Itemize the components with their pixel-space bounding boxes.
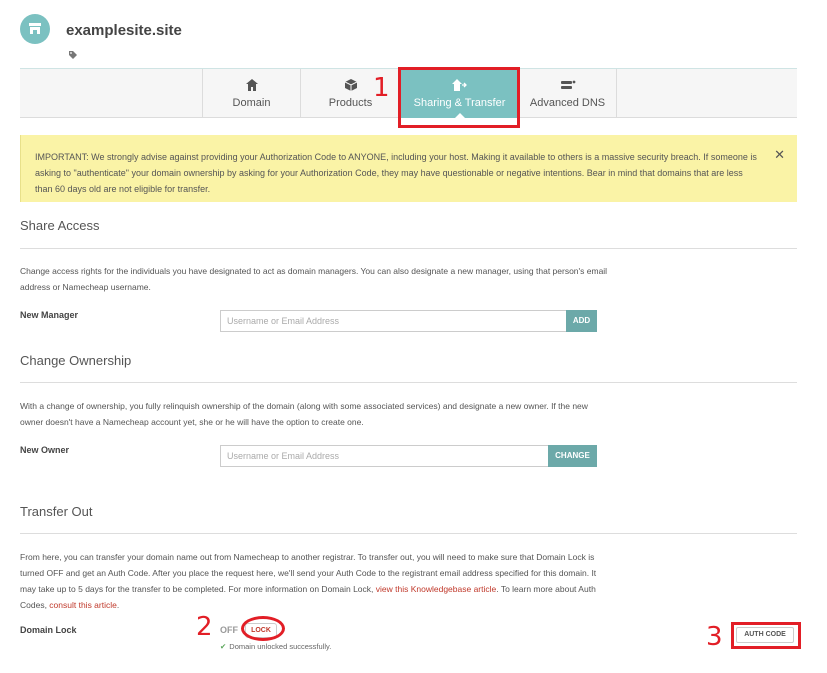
- annotation-1-label: 1: [373, 73, 390, 103]
- tab-domain[interactable]: Domain: [202, 69, 300, 118]
- divider: [20, 533, 797, 534]
- change-ownership-description: With a change of ownership, you fully re…: [20, 401, 588, 427]
- site-title: examplesite.site: [66, 22, 182, 39]
- new-owner-input[interactable]: Username or Email Address: [220, 445, 548, 467]
- knowledgebase-link[interactable]: view this Knowledgebase article: [376, 584, 496, 594]
- alert-text: IMPORTANT: We strongly advise against pr…: [35, 152, 757, 194]
- annotation-1-box: [398, 67, 520, 128]
- annotation-3-box: [731, 622, 801, 649]
- add-button[interactable]: ADD: [566, 310, 597, 332]
- store-icon: [20, 14, 50, 44]
- new-manager-input[interactable]: Username or Email Address: [220, 310, 566, 332]
- tab-advanced-dns[interactable]: Advanced DNS: [518, 69, 617, 118]
- share-access-title: Share Access: [20, 218, 100, 233]
- divider: [20, 248, 797, 249]
- change-button[interactable]: CHANGE: [548, 445, 597, 467]
- transfer-out-title: Transfer Out: [20, 504, 93, 519]
- new-manager-label: New Manager: [20, 310, 79, 320]
- transfer-out-description: From here, you can transfer your domain …: [20, 552, 597, 610]
- annotation-2-ellipse: [241, 616, 285, 641]
- close-icon[interactable]: ✕: [774, 148, 785, 164]
- home-icon: [245, 79, 258, 91]
- important-alert: IMPORTANT: We strongly advise against pr…: [20, 135, 797, 202]
- unlock-success-message: ✔ Domain unlocked successfully.: [220, 642, 332, 651]
- divider: [20, 382, 797, 383]
- share-access-description: Change access rights for the individuals…: [20, 266, 608, 292]
- tag-icon[interactable]: [68, 50, 78, 60]
- annotation-3-label: 3: [706, 622, 723, 652]
- server-icon: [560, 80, 575, 89]
- check-icon: ✔: [220, 642, 227, 651]
- annotation-2-label: 2: [196, 612, 213, 642]
- change-ownership-title: Change Ownership: [20, 353, 132, 368]
- box-icon: [344, 79, 357, 91]
- tab-label: Domain: [232, 97, 271, 109]
- tab-label: Advanced DNS: [529, 97, 606, 109]
- lock-state: OFF: [220, 625, 238, 635]
- new-owner-label: New Owner: [20, 445, 70, 455]
- auth-code-article-link[interactable]: consult this article: [49, 600, 117, 610]
- domain-lock-label: Domain Lock: [20, 625, 77, 635]
